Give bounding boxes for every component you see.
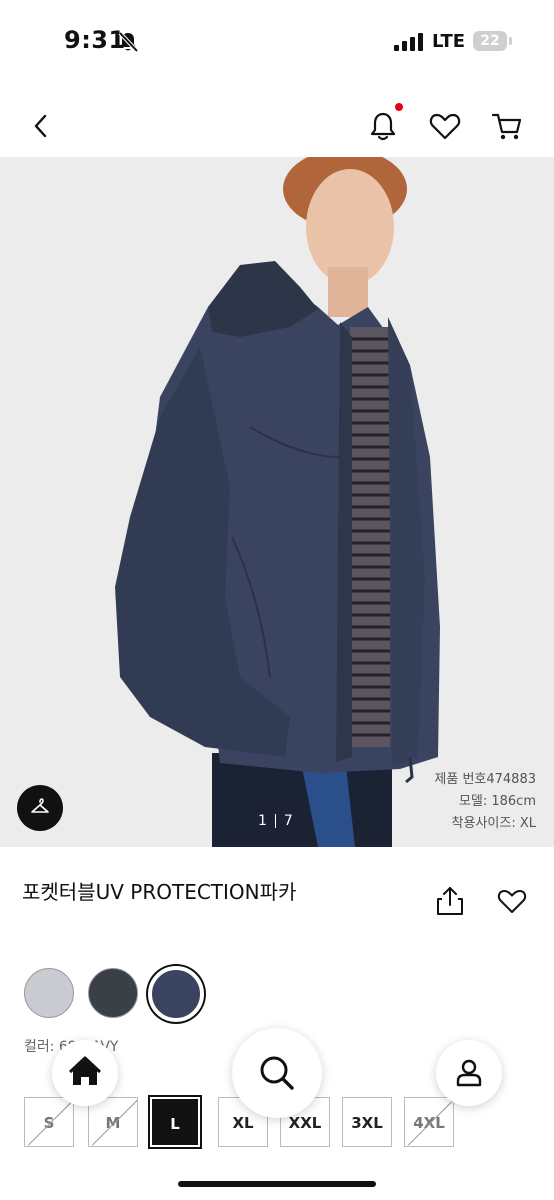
account-button[interactable] <box>436 1040 502 1106</box>
battery-tip <box>509 37 512 45</box>
signal-icon <box>394 33 424 51</box>
home-indicator <box>178 1181 376 1187</box>
battery-icon: 22 <box>473 31 507 51</box>
size-label: L <box>170 1115 180 1133</box>
product-photo <box>0 157 554 847</box>
share-button[interactable] <box>434 884 466 918</box>
size-option-3xl[interactable]: 3XL <box>342 1097 392 1147</box>
model-info: 제품 번호474883 모델: 186cm 착용사이즈: XL <box>434 769 536 835</box>
gallery-pager: 17 <box>258 813 293 829</box>
pager-total: 7 <box>283 813 293 829</box>
cart-button[interactable] <box>490 109 524 143</box>
notification-badge <box>395 103 403 111</box>
search-button[interactable] <box>232 1028 322 1118</box>
model-size: 착용사이즈: XL <box>451 816 536 831</box>
sold-out-slash <box>28 1099 73 1146</box>
status-time: 9:31 <box>64 26 126 54</box>
network-type: LTE <box>432 31 466 52</box>
model-height: 모델: 186cm <box>458 794 536 809</box>
bell-off-icon <box>118 31 138 53</box>
notification-button[interactable] <box>366 109 400 143</box>
search-icon <box>260 1056 294 1090</box>
product-number: 제품 번호474883 <box>434 772 536 787</box>
battery-level: 22 <box>480 33 500 49</box>
size-option-l[interactable]: L <box>148 1095 202 1149</box>
status-bar: 9:31 LTE 22 <box>0 0 554 80</box>
color-swatch-navy[interactable] <box>148 966 204 1022</box>
sold-out-slash <box>92 1099 137 1146</box>
size-label: 3XL <box>351 1114 383 1132</box>
color-swatch-gray[interactable] <box>24 968 74 1018</box>
home-icon <box>68 1056 102 1085</box>
home-button[interactable] <box>52 1040 118 1106</box>
hanger-icon <box>31 798 49 813</box>
try-on-button[interactable] <box>17 785 63 831</box>
account-icon <box>456 1059 482 1087</box>
pager-current: 1 <box>258 813 267 829</box>
product-image-gallery[interactable]: 17 제품 번호474883 모델: 186cm 착용사이즈: XL <box>0 157 554 847</box>
wishlist-product-button[interactable] <box>496 884 528 918</box>
product-title: 포켓터블UV PROTECTION파카 <box>22 880 297 904</box>
back-button[interactable] <box>26 111 56 141</box>
top-nav <box>0 95 554 155</box>
wishlist-button[interactable] <box>428 109 462 143</box>
color-swatch-dark-gray[interactable] <box>88 968 138 1018</box>
color-options <box>24 966 224 1022</box>
pager-separator <box>274 814 276 828</box>
